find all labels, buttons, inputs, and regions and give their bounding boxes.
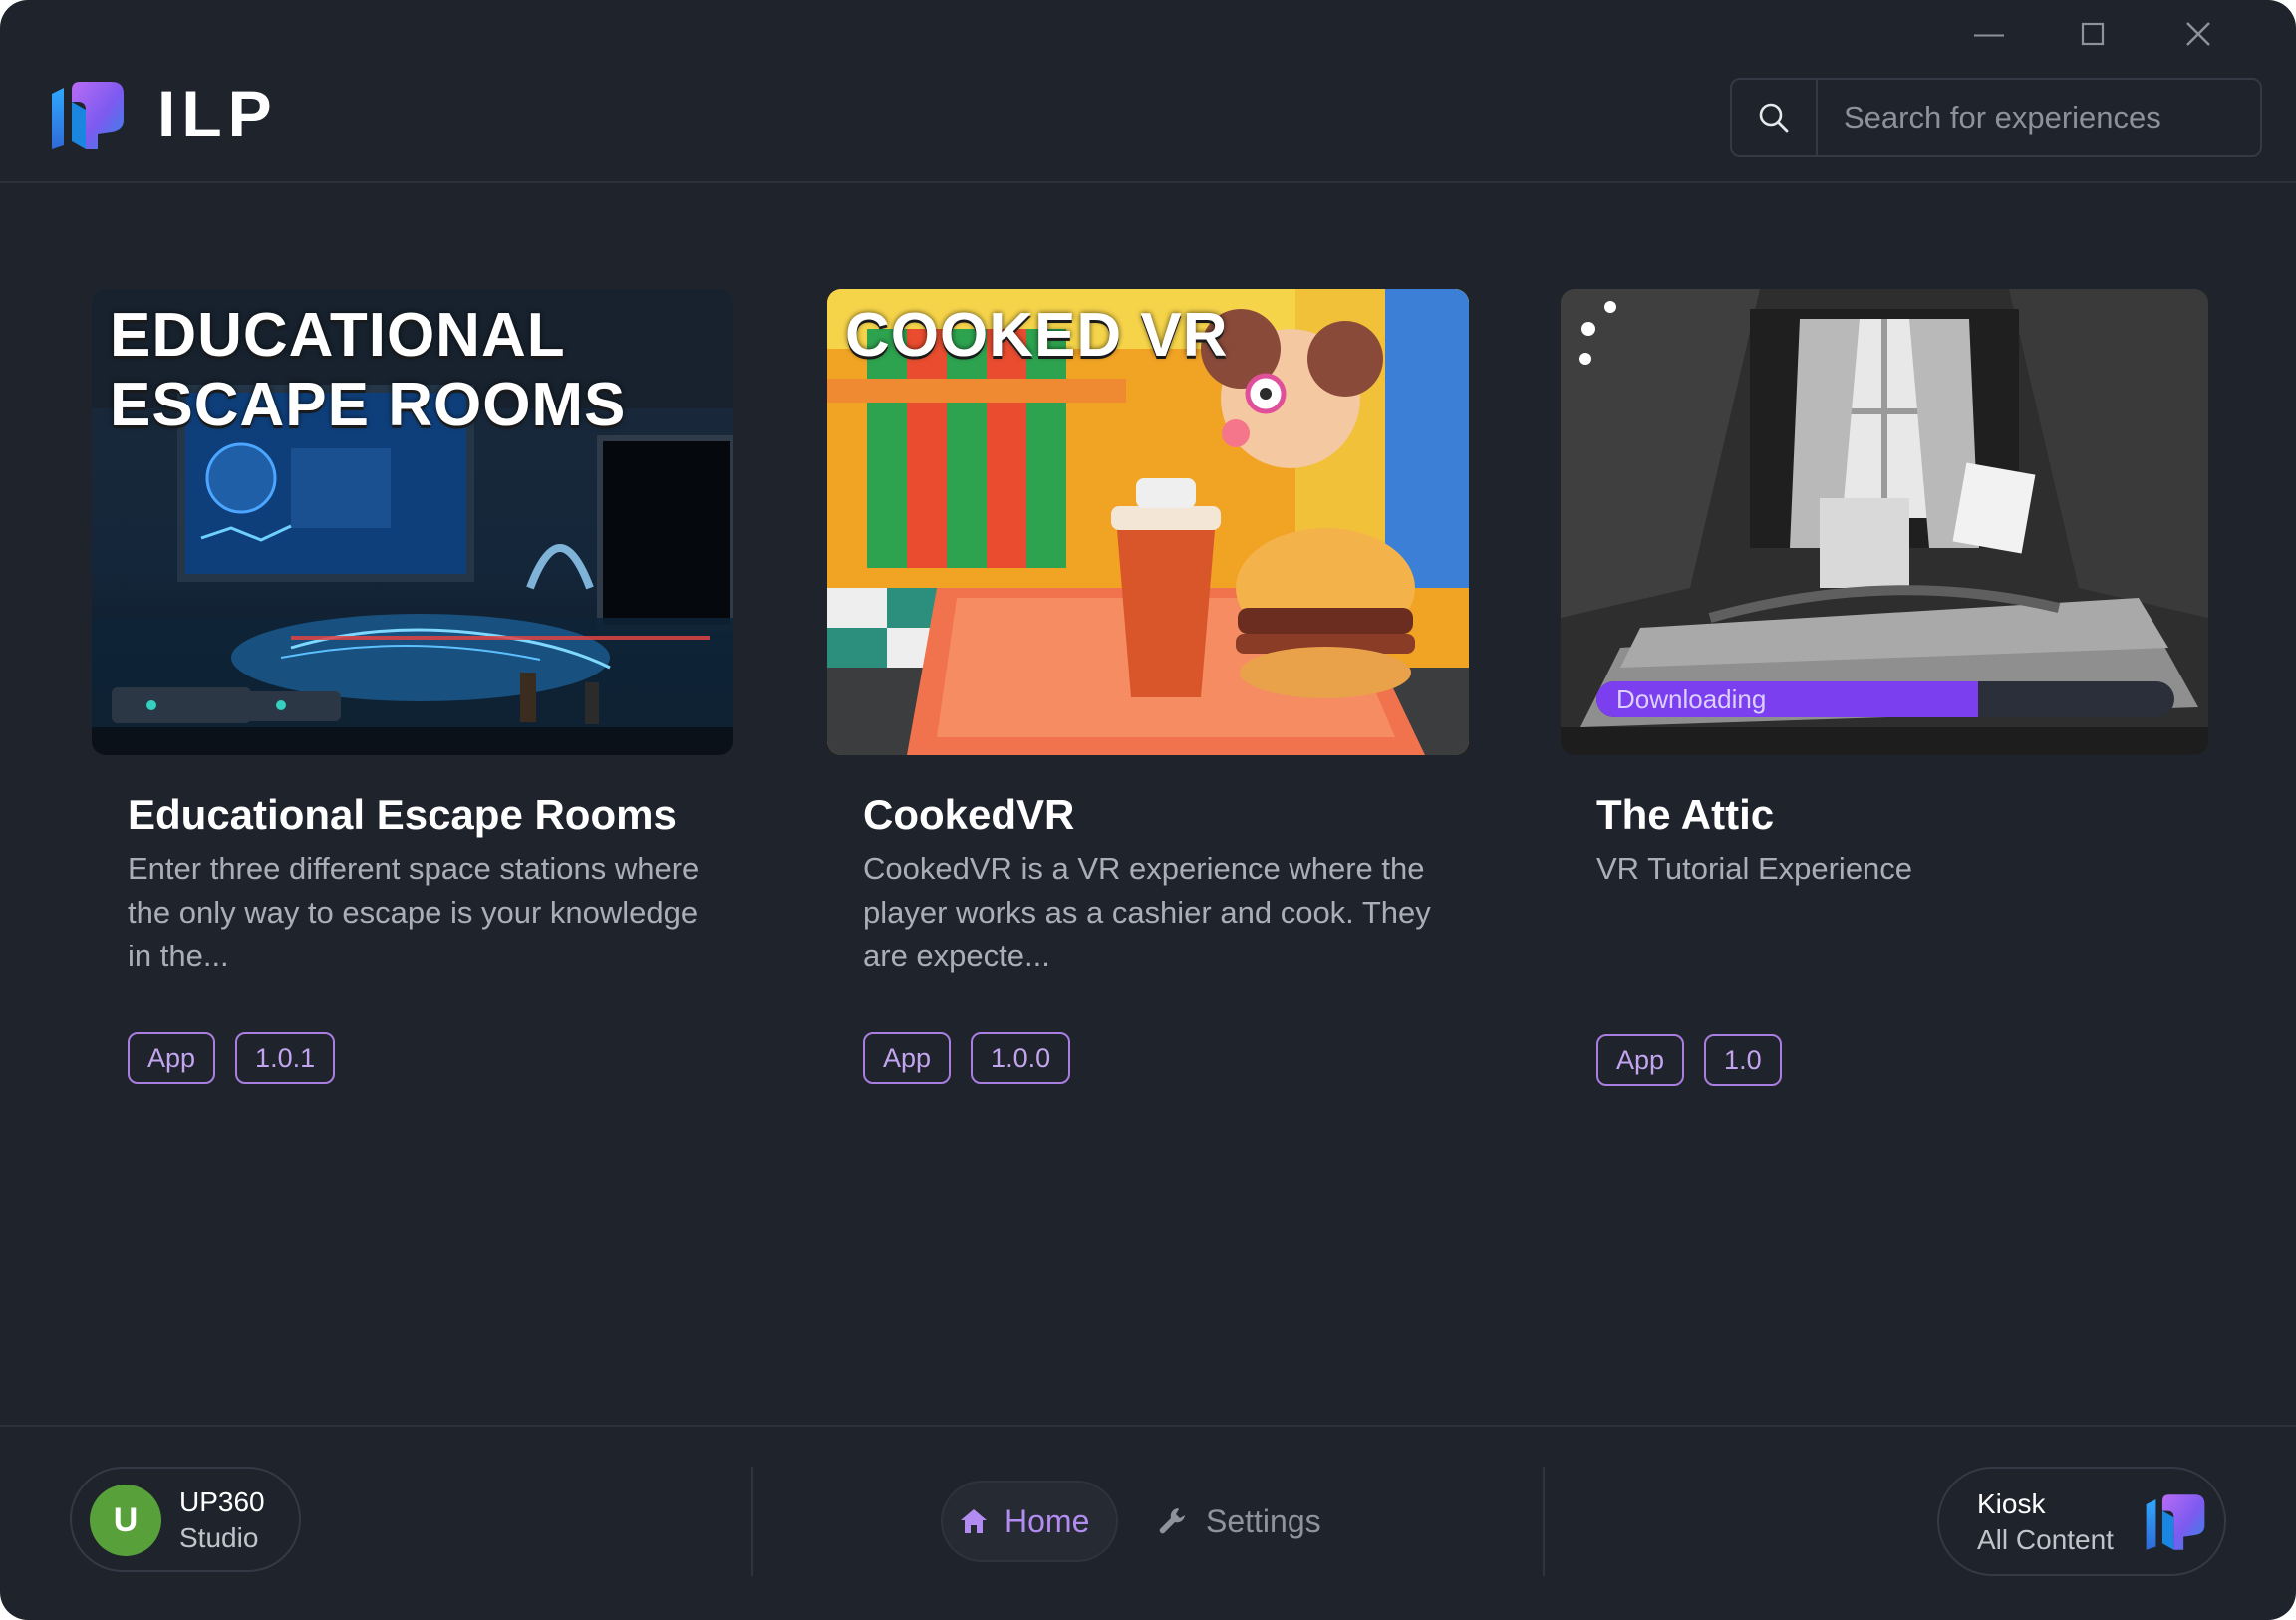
thumbnail-title: COOKED VR: [845, 301, 1229, 370]
header: ILP —: [0, 0, 2296, 183]
ilp-logo-icon: [2146, 1494, 2205, 1550]
close-icon[interactable]: [2178, 14, 2218, 54]
download-progress-bar: Downloading: [1596, 681, 2174, 717]
avatar: U: [90, 1485, 161, 1556]
card-thumbnail[interactable]: Downloading: [1561, 289, 2208, 755]
search-input[interactable]: [1818, 80, 2260, 155]
card-title[interactable]: The Attic: [1596, 791, 1774, 839]
tag-version: 1.0.0: [971, 1032, 1071, 1084]
divider: [751, 1467, 753, 1576]
card-tags: App 1.0.1: [128, 1032, 336, 1084]
user-org: Studio: [179, 1522, 259, 1553]
app-brand: ILP: [157, 77, 278, 150]
tag-version: 1.0: [1704, 1034, 1782, 1086]
tag-version: 1.0.1: [235, 1032, 336, 1084]
nav-settings-label: Settings: [1206, 1502, 1321, 1539]
maximize-icon[interactable]: [2073, 14, 2113, 54]
card-thumbnail[interactable]: COOKED VR: [827, 289, 1469, 755]
nav-home-label: Home: [1004, 1502, 1090, 1539]
card-tags: App 1.0: [1596, 1034, 1782, 1086]
card-tags: App 1.0.0: [863, 1032, 1071, 1084]
divider: [1543, 1467, 1545, 1576]
tag-type: App: [1596, 1034, 1685, 1086]
kiosk-content-label: All Content: [1977, 1524, 2114, 1555]
ilp-logo-icon: [52, 82, 124, 149]
wrench-icon: [1159, 1508, 1185, 1534]
search-button[interactable]: [1732, 80, 1818, 155]
app-window: ILP — Search for experiences EDUCATIONAL…: [0, 0, 2296, 1620]
card-description: VR Tutorial Experience: [1596, 851, 1913, 886]
card-title[interactable]: Educational Escape Rooms: [128, 791, 677, 839]
download-status-label: Downloading: [1616, 684, 1767, 714]
user-name: UP360: [179, 1486, 265, 1517]
card-description: CookedVR is a VR experience where the pl…: [863, 851, 1431, 973]
card-title[interactable]: CookedVR: [863, 791, 1074, 839]
minimize-icon[interactable]: —: [1969, 14, 2009, 54]
search-icon: [1759, 103, 1789, 133]
kiosk-mode-label: Kiosk: [1977, 1488, 2046, 1519]
kiosk-mode-chip[interactable]: Kiosk All Content: [1937, 1467, 2226, 1576]
nav-home-tab[interactable]: Home: [941, 1481, 1118, 1562]
thumbnail-title: EDUCATIONAL ESCAPE ROOMS: [110, 301, 627, 439]
tag-type: App: [863, 1032, 952, 1084]
nav-settings-tab[interactable]: Settings: [1156, 1481, 1321, 1562]
search-bar: [1730, 78, 2262, 157]
card-thumbnail[interactable]: EDUCATIONAL ESCAPE ROOMS: [92, 289, 733, 755]
tag-type: App: [128, 1032, 216, 1084]
card-description: Enter three different space stations whe…: [128, 851, 700, 973]
home-icon: [961, 1509, 987, 1533]
bottom-bar: U UP360 Studio Home Settings Kiosk All C…: [0, 1425, 2296, 1620]
user-profile-chip[interactable]: U UP360 Studio: [70, 1467, 301, 1572]
